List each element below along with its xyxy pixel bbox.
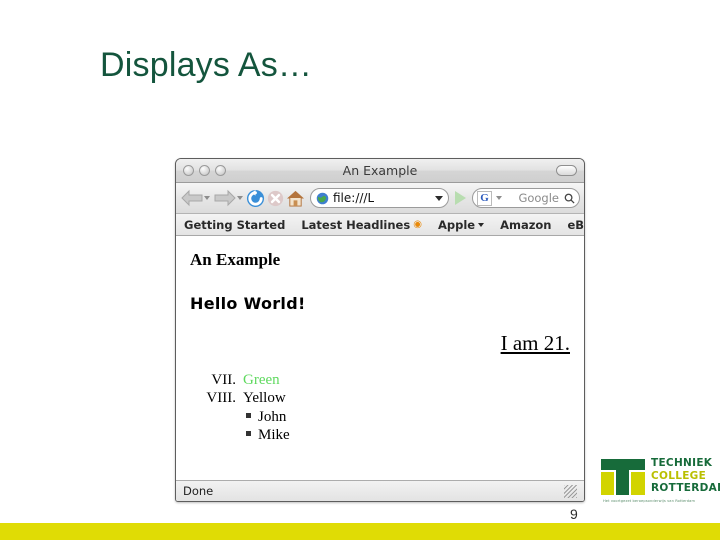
bookmark-label: Getting Started (184, 217, 286, 232)
forward-arrow-icon (214, 189, 236, 207)
magnifier-icon[interactable] (564, 193, 575, 204)
url-chevron-down-icon[interactable] (435, 195, 443, 201)
nested-bullet-list: John Mike (246, 409, 570, 444)
toolbar-toggle-button[interactable] (556, 165, 577, 176)
back-button[interactable] (180, 189, 211, 207)
status-text: Done (183, 484, 214, 498)
bookmark-label: Apple (437, 217, 476, 232)
browser-titlebar: An Example (176, 159, 584, 183)
logo-line-1: TECHNIEK (651, 457, 713, 469)
list-item: VII. Green (196, 372, 570, 389)
back-arrow-icon (181, 189, 203, 207)
bookmark-amazon[interactable]: Amazon (500, 218, 551, 232)
list-item: VIII. Yellow (196, 390, 570, 407)
bookmark-label: eBay (567, 217, 585, 232)
list-marker: VII. (211, 372, 236, 388)
bookmark-label: Latest Headlines (301, 217, 411, 232)
list-item: Mike (246, 427, 570, 444)
bookmark-latest-headlines[interactable]: Latest Headlines ◉ (301, 218, 422, 232)
bookmarks-bar: Getting Started Latest Headlines ◉ Apple… (176, 214, 584, 236)
back-chevron-down-icon (204, 196, 210, 200)
page-content: An Example Hello World! I am 21. VII. Gr… (176, 236, 584, 479)
rss-icon: ◉ (413, 219, 422, 230)
accent-bar (0, 523, 720, 540)
reload-icon[interactable] (246, 189, 265, 208)
list-marker: VIII. (206, 390, 236, 406)
page-number: 9 (570, 506, 578, 522)
roman-numeral-list: VII. Green VIII. Yellow (196, 372, 570, 407)
logo-line-2: COLLEGE (651, 469, 707, 482)
close-button[interactable] (183, 165, 194, 176)
list-item-label: Green (243, 372, 280, 388)
search-bar[interactable]: G Google (472, 188, 580, 208)
google-icon[interactable]: G (477, 190, 492, 206)
logo-t-mark-icon (601, 459, 645, 495)
globe-icon (316, 192, 329, 205)
content-hello-text: Hello World! (190, 294, 306, 313)
go-arrow-icon[interactable] (455, 191, 466, 205)
url-input[interactable]: file:///L (333, 191, 374, 205)
bookmark-ebay[interactable]: eBay (567, 217, 585, 232)
browser-window: An Example file:///L G Google Getting St… (175, 158, 585, 502)
search-chevron-down-icon[interactable] (496, 196, 502, 200)
square-bullet-icon (246, 413, 251, 418)
home-icon[interactable] (286, 189, 305, 207)
list-item-label: Yellow (243, 390, 286, 406)
resize-grip-handle[interactable] (564, 484, 577, 498)
forward-chevron-down-icon (237, 196, 243, 200)
bookmark-apple[interactable]: Apple (437, 217, 485, 232)
bookmark-getting-started[interactable]: Getting Started (184, 218, 285, 232)
content-heading: An Example (190, 250, 281, 269)
url-bar[interactable]: file:///L (310, 188, 449, 208)
logo-text: TECHNIEK COLLEGE ROTTERDAM (651, 457, 720, 495)
bookmark-label: Amazon (500, 217, 552, 232)
list-item-label: John (258, 409, 287, 425)
stop-icon[interactable] (267, 190, 284, 207)
status-bar: Done (176, 480, 584, 501)
window-controls (183, 165, 226, 176)
page-title: Displays As… (100, 46, 313, 84)
logo: TECHNIEK COLLEGE ROTTERDAM Het voortgeze… (601, 455, 720, 503)
content-age-text: I am 21. (500, 331, 570, 355)
zoom-button[interactable] (215, 165, 226, 176)
search-input[interactable]: Google (505, 191, 561, 205)
chevron-down-icon (478, 222, 485, 227)
square-bullet-icon (246, 431, 251, 436)
navigation-toolbar: file:///L G Google (176, 183, 584, 214)
list-item-label: Mike (258, 427, 290, 443)
list-item: John (246, 409, 570, 426)
logo-tagline: Het voortgezet beroepsonderwijs van Rott… (603, 499, 696, 503)
window-title: An Example (342, 163, 418, 178)
minimize-button[interactable] (199, 165, 210, 176)
forward-button[interactable] (213, 189, 244, 207)
logo-line-3: ROTTERDAM (651, 482, 720, 494)
